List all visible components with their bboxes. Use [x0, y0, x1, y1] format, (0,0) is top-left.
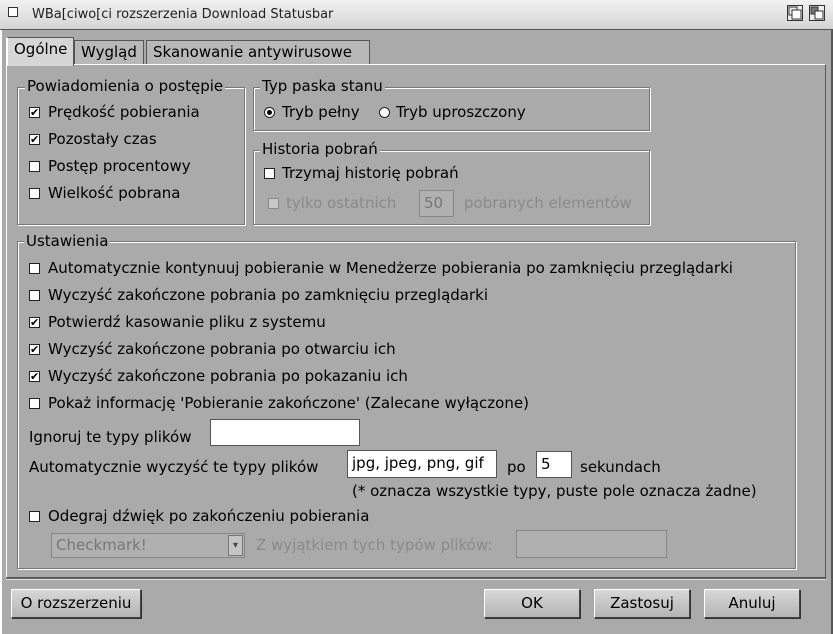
checkbox-size-label: Wielkość pobrana — [48, 184, 181, 202]
checkbox-confirm-delete[interactable]: ✔ — [29, 317, 40, 328]
ignore-types-label: Ignoruj te typy plików — [29, 428, 192, 446]
window-title: WBa[ciwo[ci rozszerzenia Download Status… — [32, 7, 334, 22]
radio-simple-mode[interactable] — [379, 107, 390, 118]
checkbox-time-left-label: Pozostały czas — [48, 130, 157, 148]
checkbox-play-sound[interactable] — [29, 511, 40, 522]
checkbox-percent-label: Postęp procentowy — [48, 157, 191, 175]
checkbox-keep-history-label: Trzymaj historię pobrań — [282, 164, 459, 182]
tab-wyglad[interactable]: Wygląd — [74, 40, 144, 65]
checkbox-time-left[interactable]: ✔ — [29, 134, 40, 145]
apply-button[interactable]: Zastosuj — [594, 589, 690, 618]
title-bar[interactable]: WBa[ciwo[ci rozszerzenia Download Status… — [0, 0, 833, 30]
except-types-label: Z wyjątkiem tych typów plików: — [256, 536, 493, 554]
tab-ogolne[interactable]: Ogólne — [6, 37, 74, 66]
except-types-input[interactable] — [516, 530, 667, 558]
checkbox-size[interactable] — [29, 188, 40, 199]
checkbox-percent[interactable] — [29, 161, 40, 172]
history-count-input[interactable]: 50 — [419, 190, 454, 217]
types-note: (* oznacza wszystkie typy, puste pole oz… — [352, 482, 757, 500]
checkbox-speed-label: Prędkość pobierania — [48, 103, 200, 121]
about-button[interactable]: O rozszerzeniu — [11, 589, 141, 618]
play-sound-label: Odegraj dźwięk po zakończeniu pobierania — [48, 507, 370, 525]
clear-on-show-label: Wyczyść zakończone pobrania po pokazaniu… — [48, 367, 408, 385]
radio-full-mode-label: Tryb pełny — [282, 103, 360, 121]
progress-group-title: Powiadomienia o postępie — [25, 77, 226, 95]
radio-full-mode[interactable] — [264, 107, 275, 118]
checkbox-auto-resume[interactable] — [29, 263, 40, 274]
cancel-button[interactable]: Anuluj — [704, 589, 800, 618]
clear-on-open-label: Wyczyść zakończone pobrania po otwarciu … — [48, 340, 396, 358]
ok-button[interactable]: OK — [484, 589, 580, 618]
checkbox-clear-on-open[interactable]: ✔ — [29, 344, 40, 355]
close-icon[interactable] — [8, 7, 18, 17]
depth-icon[interactable] — [809, 5, 825, 21]
seconds-input[interactable]: 5 — [536, 451, 572, 478]
auto-clear-types-label: Automatycznie wyczyść te typy plików — [29, 458, 319, 476]
confirm-delete-label: Potwierdź kasowanie pliku z systemu — [48, 313, 326, 331]
checkbox-clear-on-show[interactable]: ✔ — [29, 371, 40, 382]
chevron-down-icon[interactable]: ▾ — [228, 535, 243, 556]
items-label: pobranych elementów — [464, 194, 632, 212]
history-group-title: Historia pobrań — [260, 140, 380, 158]
checkbox-show-complete-info[interactable] — [29, 398, 40, 409]
checkbox-clear-on-close[interactable] — [29, 290, 40, 301]
bottom-divider — [6, 578, 826, 580]
statusbar-type-title: Typ paska stanu — [260, 77, 385, 95]
radio-simple-mode-label: Tryb uproszczony — [396, 103, 526, 121]
checkbox-keep-history[interactable] — [264, 168, 275, 179]
sound-select-value: Checkmark! — [56, 536, 147, 554]
only-last-label: tylko ostatnich — [286, 194, 397, 212]
auto-resume-label: Automatycznie kontynuuj pobieranie w Men… — [48, 259, 733, 277]
checkbox-speed[interactable]: ✔ — [29, 107, 40, 118]
settings-group-title: Ustawienia — [24, 232, 111, 250]
tab-skanowanie[interactable]: Skanowanie antywirusowe — [146, 40, 370, 65]
zoom-icon[interactable] — [787, 5, 803, 21]
seconds-label: sekundach — [580, 458, 661, 476]
show-complete-info-label: Pokaż informację 'Pobieranie zakończone'… — [48, 394, 529, 412]
checkbox-only-last[interactable] — [268, 198, 279, 209]
po-label: po — [507, 458, 526, 476]
clear-on-close-label: Wyczyść zakończone pobrania po zamknięci… — [48, 286, 489, 304]
auto-clear-types-input[interactable]: jpg, jpeg, png, gif — [347, 450, 497, 478]
sound-select[interactable]: Checkmark! — [51, 533, 245, 558]
ignore-types-input[interactable] — [210, 419, 360, 446]
